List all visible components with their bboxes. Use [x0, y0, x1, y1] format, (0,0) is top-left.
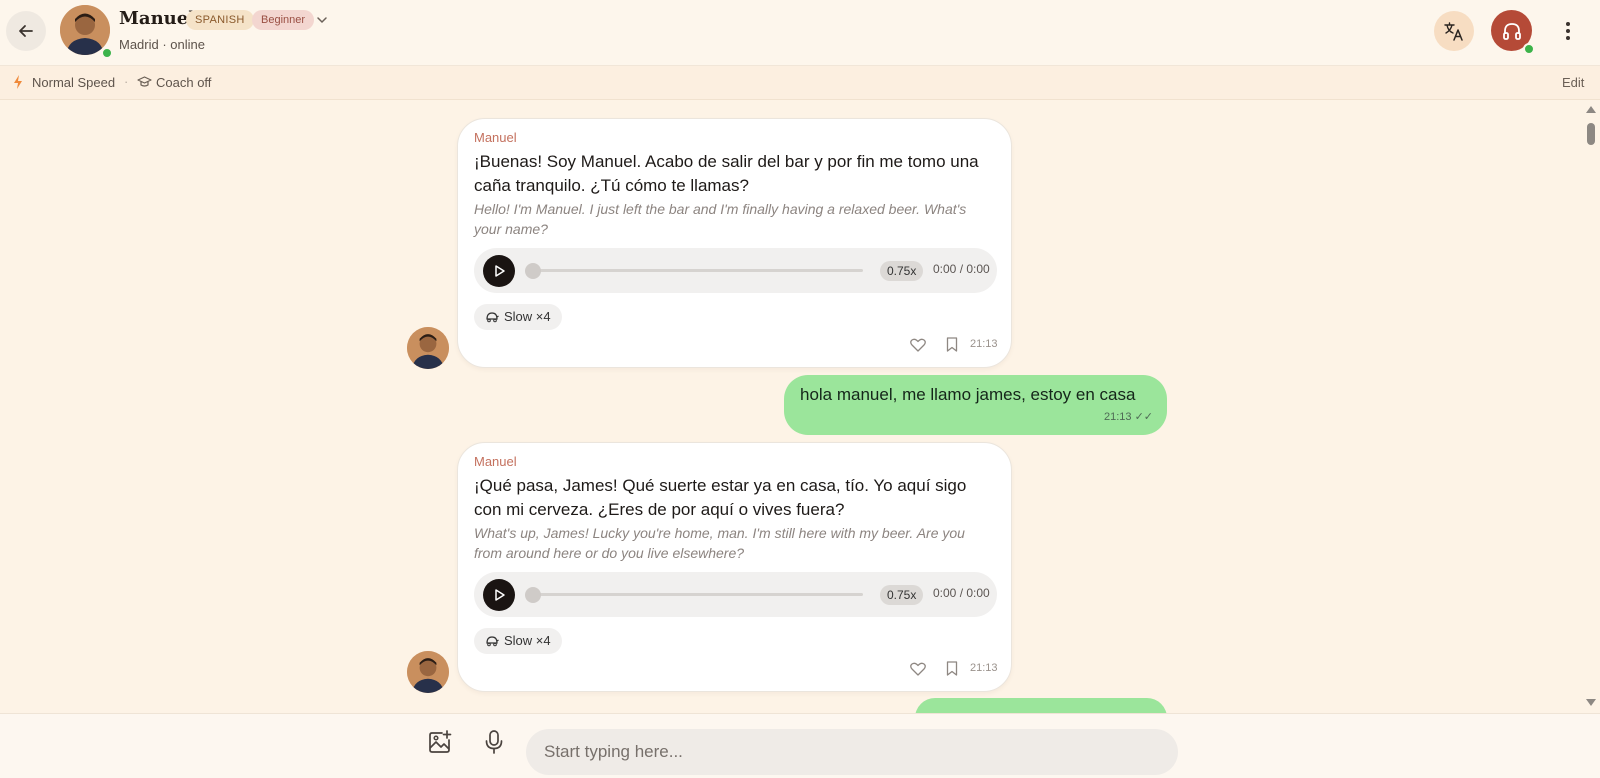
composer-bar	[0, 713, 1600, 778]
back-button[interactable]	[6, 11, 46, 51]
level-badge: Beginner	[252, 10, 315, 30]
separator: ·	[124, 74, 129, 89]
audio-time: 0:00 / 0:00	[933, 262, 990, 276]
person-avatar-icon	[407, 651, 449, 693]
message-text[interactable]: ¡Qué pasa, James! Qué suerte estar ya en…	[474, 474, 994, 522]
coach-setting[interactable]: Coach off	[156, 75, 211, 90]
contact-status: Madrid · online	[119, 37, 205, 52]
graduation-cap-icon	[137, 76, 152, 87]
message-text[interactable]: ¡Buenas! Soy Manuel. Acabo de salir del …	[474, 150, 994, 198]
turtle-icon	[486, 312, 499, 323]
translate-button[interactable]	[1434, 11, 1474, 51]
chat-header: Manuel SPANISH Beginner Madrid · online	[0, 0, 1600, 66]
slow-label: Slow ×4	[504, 633, 551, 648]
translate-icon	[1444, 22, 1463, 41]
play-icon	[495, 265, 505, 277]
message-text[interactable]: hola manuel, me llamo james, estoy en ca…	[800, 385, 1135, 405]
slow-playback-button[interactable]: Slow ×4	[474, 628, 562, 654]
contact-name: Manuel	[119, 8, 196, 29]
lightning-icon	[14, 75, 22, 89]
sender-avatar	[407, 327, 449, 369]
playback-rate-button[interactable]: 0.75x	[880, 261, 924, 281]
outgoing-message: hola manuel, me llamo james, estoy en ca…	[784, 375, 1167, 435]
read-receipt-icon: ✓✓	[1134, 411, 1153, 423]
scroll-down-arrow-icon[interactable]	[1585, 698, 1597, 708]
audio-progress-track[interactable]	[533, 593, 863, 596]
slow-playback-button[interactable]: Slow ×4	[474, 304, 562, 330]
headphones-icon	[1502, 22, 1521, 40]
slow-label: Slow ×4	[504, 309, 551, 324]
play-button[interactable]	[483, 255, 515, 287]
chevron-down-icon[interactable]	[316, 14, 328, 26]
edit-link[interactable]: Edit	[1562, 75, 1584, 90]
more-options-button[interactable]	[1558, 18, 1578, 44]
sender-avatar	[407, 651, 449, 693]
heart-icon[interactable]	[910, 338, 926, 352]
attach-image-button[interactable]	[425, 727, 455, 757]
speed-setting[interactable]: Normal Speed	[32, 75, 115, 90]
message-time: 21:13	[970, 662, 998, 674]
heart-icon[interactable]	[910, 662, 926, 676]
person-avatar-icon	[407, 327, 449, 369]
scroll-up-arrow-icon[interactable]	[1585, 104, 1597, 114]
message-list[interactable]: Manuel ¡Buenas! Soy Manuel. Acabo de sal…	[0, 100, 1600, 713]
message-translation: What's up, James! Lucky you're home, man…	[474, 525, 965, 561]
time-label: 21:13	[1103, 411, 1132, 423]
message-time: 21:13	[970, 338, 998, 350]
audio-progress-track[interactable]	[533, 269, 863, 272]
online-status-dot	[101, 47, 113, 59]
audio-scrubber[interactable]	[525, 263, 541, 279]
audio-player: 0.75x 0:00 / 0:00	[474, 248, 997, 293]
image-add-icon	[429, 730, 452, 753]
message-translation: Hello! I'm Manuel. I just left the bar a…	[474, 201, 967, 237]
playback-rate-button[interactable]: 0.75x	[880, 585, 924, 605]
message-sender: Manuel	[474, 130, 517, 145]
microphone-icon	[485, 730, 503, 754]
message-input[interactable]	[526, 729, 1178, 775]
bookmark-icon[interactable]	[946, 337, 958, 352]
message-time: 21:13 ✓✓	[1104, 410, 1153, 423]
audio-player: 0.75x 0:00 / 0:00	[474, 572, 997, 617]
more-vertical-icon	[1566, 22, 1570, 40]
incoming-message: Manuel ¡Qué pasa, James! Qué suerte esta…	[457, 442, 1012, 692]
call-status-dot	[1523, 43, 1535, 55]
play-icon	[495, 589, 505, 601]
scrollbar-thumb[interactable]	[1587, 123, 1595, 145]
play-button[interactable]	[483, 579, 515, 611]
microphone-button[interactable]	[479, 727, 509, 757]
incoming-message: Manuel ¡Buenas! Soy Manuel. Acabo de sal…	[457, 118, 1012, 368]
audio-time: 0:00 / 0:00	[933, 586, 990, 600]
audio-scrubber[interactable]	[525, 587, 541, 603]
settings-bar: Normal Speed · Coach off Edit	[0, 66, 1600, 100]
turtle-icon	[486, 636, 499, 647]
outgoing-message-partial	[915, 698, 1167, 713]
message-sender: Manuel	[474, 454, 517, 469]
arrow-left-icon	[19, 25, 33, 37]
language-badge: SPANISH	[186, 10, 254, 30]
bookmark-icon[interactable]	[946, 661, 958, 676]
